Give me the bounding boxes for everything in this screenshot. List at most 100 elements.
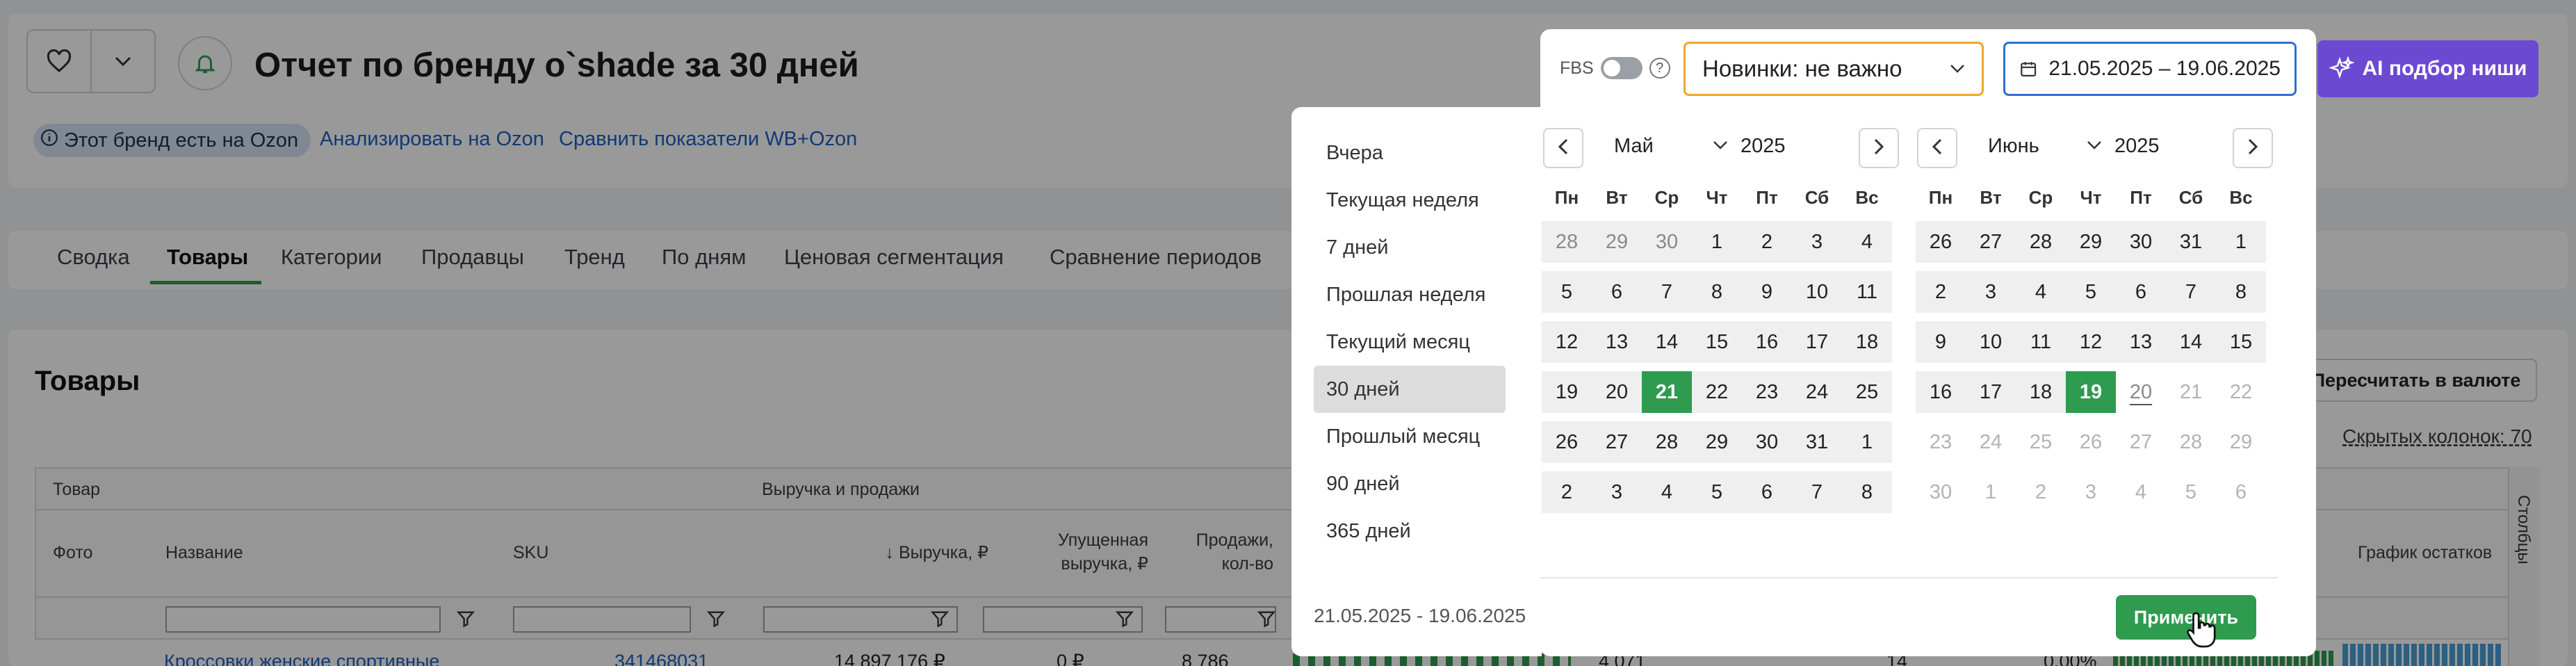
calendar-day[interactable]: 7 (2166, 271, 2216, 313)
calendar-day[interactable]: 14 (1642, 321, 1692, 363)
month-select[interactable]: Июнь (1988, 135, 2039, 158)
calendar-icon (2021, 62, 2037, 76)
calendar-week: 12 13 14 15 16 17 18 (1542, 321, 1903, 363)
calendar-day[interactable]: 1 (1842, 421, 1892, 463)
preset-item[interactable]: 30 дней (1314, 366, 1506, 413)
calendar-day[interactable]: 2 (1742, 221, 1792, 263)
calendar-day[interactable]: 17 (1966, 371, 2016, 413)
calendar-day[interactable]: 30 (1742, 421, 1792, 463)
calendar-day: 23 (1929, 430, 1953, 453)
calendar-day[interactable]: 17 (1792, 321, 1842, 363)
calendar-day[interactable]: 30 (2116, 221, 2166, 263)
calendar-day[interactable]: 11 (1842, 271, 1892, 313)
preset-item[interactable]: 7 дней (1314, 224, 1506, 271)
calendar-day[interactable]: 28 (2016, 221, 2066, 263)
calendar-day[interactable]: 5 (1692, 471, 1742, 513)
weekday-header: Пн Вт Ср Чт Пт Сб Вс (1542, 182, 1903, 213)
calendar-day[interactable]: 16 (1916, 371, 1966, 413)
calendar-day[interactable]: 6 (2116, 271, 2166, 313)
calendar-day[interactable]: 25 (1842, 371, 1892, 413)
preset-item[interactable]: Текущая неделя (1314, 177, 1506, 224)
calendar-day[interactable]: 20 (2116, 371, 2166, 413)
preset-item[interactable]: 365 дней (1314, 507, 1506, 555)
calendar-day[interactable]: 10 (1966, 321, 2016, 363)
calendar-day[interactable]: 2 (1916, 271, 1966, 313)
calendar-day[interactable]: 31 (2166, 221, 2216, 263)
preset-item[interactable]: Вчера (1314, 129, 1506, 177)
calendar-day[interactable]: 29 (1692, 421, 1742, 463)
calendar-day[interactable]: 18 (2016, 371, 2066, 413)
calendar-day[interactable]: 27 (1592, 421, 1642, 463)
chevron-down-icon[interactable] (1713, 140, 1728, 154)
calendar-day[interactable]: 28 (1542, 221, 1592, 263)
calendar-day[interactable]: 26 (1916, 221, 1966, 263)
calendar-day[interactable]: 8 (1692, 271, 1742, 313)
calendar-day[interactable]: 10 (1792, 271, 1842, 313)
calendar-day[interactable]: 4 (2016, 271, 2066, 313)
calendar-day[interactable]: 11 (2016, 321, 2066, 363)
calendar-day[interactable]: 13 (2116, 321, 2166, 363)
calendar-day[interactable]: 28 (1642, 421, 1692, 463)
calendar-day[interactable]: 29 (2066, 221, 2116, 263)
calendar-day[interactable]: 16 (1742, 321, 1792, 363)
calendar-day[interactable]: 12 (2066, 321, 2116, 363)
calendar-day[interactable]: 15 (2216, 321, 2266, 363)
calendar-day[interactable]: 20 (1592, 371, 1642, 413)
calendar-day[interactable]: 30 (1642, 221, 1692, 263)
calendar-day[interactable]: 14 (2166, 321, 2216, 363)
preset-item[interactable]: 90 дней (1314, 460, 1506, 507)
calendar-day[interactable]: 6 (1742, 471, 1792, 513)
calendar-day-selected[interactable]: 19 (2066, 371, 2116, 413)
calendar-day[interactable]: 8 (1842, 471, 1892, 513)
calendar-day[interactable]: 29 (1592, 221, 1642, 263)
chevron-down-icon[interactable] (2087, 140, 2102, 154)
calendar-day[interactable]: 6 (1592, 271, 1642, 313)
preset-item[interactable]: Прошлый месяц (1314, 413, 1506, 460)
calendar-day[interactable]: 3 (1592, 471, 1642, 513)
calendar-day[interactable]: 13 (1592, 321, 1642, 363)
next-month-button[interactable] (2233, 128, 2273, 168)
calendar-day[interactable]: 2 (1542, 471, 1592, 513)
year-select[interactable]: 2025 (1741, 135, 1786, 158)
calendar-day[interactable]: 7 (1792, 471, 1842, 513)
help-icon[interactable]: ? (1649, 58, 1670, 79)
calendar-day[interactable]: 24 (1792, 371, 1842, 413)
calendar-day[interactable]: 3 (1966, 271, 2016, 313)
date-range-button[interactable]: 21.05.2025 – 19.06.2025 (2003, 42, 2297, 96)
date-range-value: 21.05.2025 – 19.06.2025 (2048, 57, 2281, 80)
next-month-button[interactable] (1859, 128, 1899, 168)
calendar-day-selected[interactable]: 21 (1642, 371, 1692, 413)
calendar-day[interactable]: 1 (2216, 221, 2266, 263)
calendar-day[interactable]: 5 (1542, 271, 1592, 313)
calendar-day[interactable]: 15 (1692, 321, 1742, 363)
ai-niche-button[interactable]: AI подбор ниши (2317, 40, 2538, 97)
calendar-day[interactable]: 12 (1542, 321, 1592, 363)
prev-month-button[interactable] (1917, 128, 1957, 168)
calendar-day: 1 (1984, 480, 1997, 503)
calendar-day[interactable]: 22 (1692, 371, 1742, 413)
novelty-select[interactable]: Новинки: не важно (1684, 42, 1984, 96)
calendar-day[interactable]: 1 (1692, 221, 1742, 263)
weekday-header: Пн Вт Ср Чт Пт Сб Вс (1916, 182, 2277, 213)
calendar-day[interactable]: 23 (1742, 371, 1792, 413)
calendar-day[interactable]: 7 (1642, 271, 1692, 313)
calendar-day[interactable]: 9 (1916, 321, 1966, 363)
calendar-day[interactable]: 27 (1966, 221, 2016, 263)
prev-month-button[interactable] (1543, 128, 1583, 168)
calendar-day[interactable]: 9 (1742, 271, 1792, 313)
calendar-day[interactable]: 5 (2066, 271, 2116, 313)
calendar-day[interactable]: 4 (1842, 221, 1892, 263)
calendar-day[interactable]: 31 (1792, 421, 1842, 463)
calendar-day[interactable]: 19 (1542, 371, 1592, 413)
month-select[interactable]: Май (1614, 135, 1654, 158)
calendar-day[interactable]: 26 (1542, 421, 1592, 463)
calendar-day[interactable]: 18 (1842, 321, 1892, 363)
year-select[interactable]: 2025 (2114, 135, 2160, 158)
calendar-day[interactable]: 4 (1642, 471, 1692, 513)
fbs-toggle[interactable] (1600, 57, 1642, 79)
calendar-day[interactable]: 3 (1792, 221, 1842, 263)
weekday-label: Вт (1606, 186, 1628, 208)
preset-item[interactable]: Текущий месяц (1314, 318, 1506, 366)
calendar-day[interactable]: 8 (2216, 271, 2266, 313)
preset-item[interactable]: Прошлая неделя (1314, 271, 1506, 318)
